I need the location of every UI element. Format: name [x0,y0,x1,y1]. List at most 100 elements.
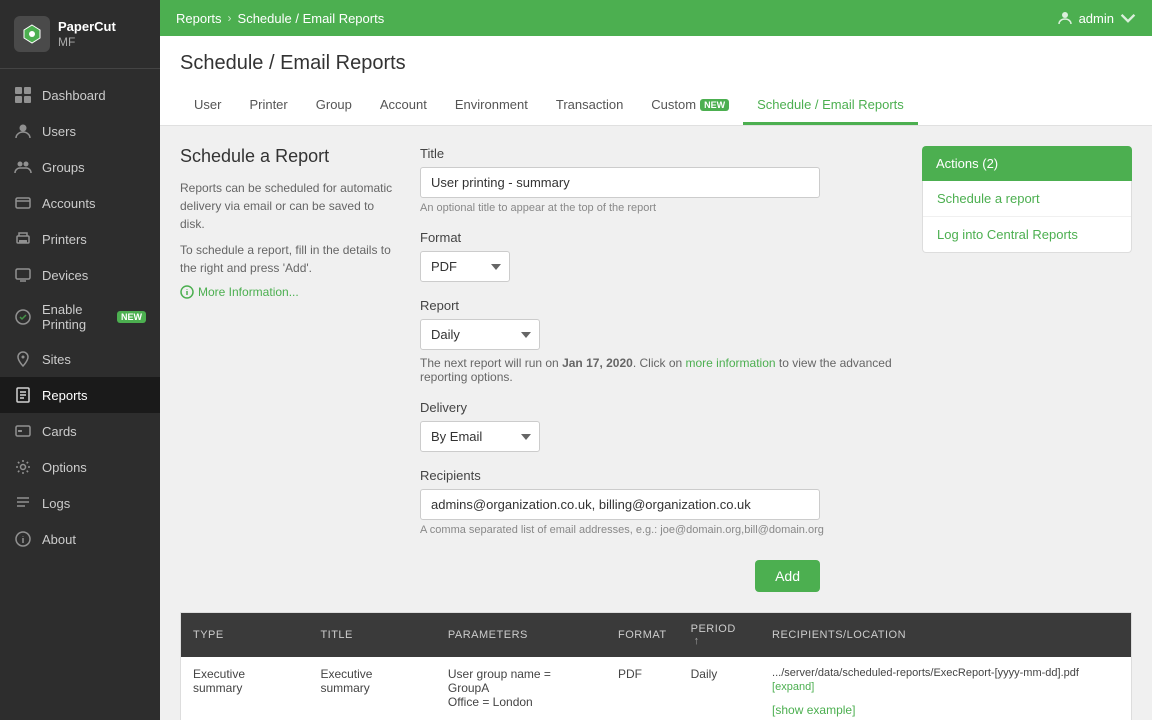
schedule-section-title: Schedule a Report [180,146,400,167]
page-header: Schedule / Email Reports User Printer Gr… [160,36,1152,126]
show-example-link[interactable]: [show example] [772,701,1119,720]
tabs: User Printer Group Account Environment T… [180,87,1132,125]
title-label: Title [420,146,902,161]
sidebar-item-sites[interactable]: Sites [0,341,160,377]
col-recipients: RECIPIENTS/LOCATION [760,613,1131,658]
tab-transaction[interactable]: Transaction [542,87,637,125]
actions-body: Schedule a report Log into Central Repor… [922,181,1132,253]
cell-period: Daily [679,657,760,720]
actions-panel: Actions (2) Schedule a report Log into C… [922,146,1132,592]
cell-parameters: User group name = GroupAOffice = London [436,657,606,720]
action-schedule-report[interactable]: Schedule a report [923,181,1131,217]
tab-custom[interactable]: Custom NEW [637,87,743,125]
more-information-link[interactable]: more information [686,356,776,370]
topbar-user-menu[interactable]: admin [1057,10,1136,26]
cell-title: Executive summary [308,657,435,720]
logo-text: PaperCut MF [58,19,116,49]
sidebar: PaperCut MF Dashboard Users Groups Accou… [0,0,160,720]
tab-environment[interactable]: Environment [441,87,542,125]
sidebar-item-devices-label: Devices [42,268,88,283]
schedule-desc2: To schedule a report, fill in the detail… [180,241,400,277]
col-type: TYPE [181,613,309,658]
col-title: TITLE [308,613,435,658]
sidebar-item-accounts-label: Accounts [42,196,95,211]
enable-printing-badge: NEW [117,311,146,323]
tab-printer[interactable]: Printer [235,87,301,125]
sidebar-item-enable-printing[interactable]: Enable Printing NEW [0,293,160,341]
action-log-central[interactable]: Log into Central Reports [923,217,1131,252]
format-select[interactable]: PDF CSV HTML [420,251,510,282]
cell-location: .../server/data/scheduled-reports/ExecRe… [760,657,1131,720]
sidebar-item-about[interactable]: About [0,521,160,557]
more-info-link[interactable]: More Information... [180,285,400,299]
sidebar-item-reports-label: Reports [42,388,88,403]
report-label: Report [420,298,902,313]
report-info: The next report will run on Jan 17, 2020… [420,356,902,384]
cell-format: PDF [606,657,679,720]
sidebar-item-printers-label: Printers [42,232,87,247]
table-row: Executive summary Executive summary User… [181,657,1132,720]
sidebar-item-users[interactable]: Users [0,113,160,149]
page-title: Schedule / Email Reports [180,52,1132,75]
cell-type: Executive summary [181,657,309,720]
logo-icon [14,16,50,52]
breadcrumb: Reports › Schedule / Email Reports [176,11,384,26]
tab-schedule[interactable]: Schedule / Email Reports [743,87,918,125]
expand-link[interactable]: [expand] [772,681,814,693]
format-label: Format [420,230,902,245]
col-format: FORMAT [606,613,679,658]
scheduled-reports-table: TYPE TITLE PARAMETERS FORMAT PERIOD ↑ RE… [180,612,1132,720]
delivery-label: Delivery [420,400,902,415]
actions-header: Actions (2) [922,146,1132,181]
add-button[interactable]: Add [755,560,820,592]
breadcrumb-schedule[interactable]: Schedule / Email Reports [238,11,385,26]
col-period[interactable]: PERIOD ↑ [679,613,760,658]
sidebar-item-groups-label: Groups [42,160,85,175]
sidebar-item-reports[interactable]: Reports [0,377,160,413]
sidebar-item-cards[interactable]: Cards [0,413,160,449]
sidebar-item-options[interactable]: Options [0,449,160,485]
schedule-desc1: Reports can be scheduled for automatic d… [180,179,400,233]
form-card: Title An optional title to appear at the… [420,146,902,592]
sidebar-item-dashboard-label: Dashboard [42,88,106,103]
custom-tab-badge: NEW [700,99,729,111]
recipients-label: Recipients [420,468,902,483]
format-group: Format PDF CSV HTML [420,230,902,282]
recipients-group: Recipients A comma separated list of ema… [420,468,902,536]
sidebar-item-dashboard[interactable]: Dashboard [0,77,160,113]
title-input[interactable] [420,167,820,198]
breadcrumb-reports[interactable]: Reports [176,11,222,26]
main-content: Reports › Schedule / Email Reports admin… [160,0,1152,720]
body-area: Schedule a Report Reports can be schedul… [160,126,1152,612]
logo: PaperCut MF [0,0,160,69]
table-section: TYPE TITLE PARAMETERS FORMAT PERIOD ↑ RE… [160,612,1152,720]
sidebar-item-logs-label: Logs [42,496,70,511]
sidebar-item-printers[interactable]: Printers [0,221,160,257]
schedule-description: Schedule a Report Reports can be schedul… [180,146,400,592]
title-hint: An optional title to appear at the top o… [420,202,902,214]
page-content: Schedule / Email Reports User Printer Gr… [160,36,1152,720]
recipients-input[interactable] [420,489,820,520]
sidebar-item-users-label: Users [42,124,76,139]
report-select[interactable]: Daily Weekly Monthly [420,319,540,350]
col-parameters: PARAMETERS [436,613,606,658]
sidebar-nav: Dashboard Users Groups Accounts Printers… [0,69,160,720]
tab-group[interactable]: Group [302,87,366,125]
recipients-hint: A comma separated list of email addresse… [420,524,902,536]
sidebar-item-accounts[interactable]: Accounts [0,185,160,221]
tab-account[interactable]: Account [366,87,441,125]
breadcrumb-separator: › [228,11,232,25]
tab-user[interactable]: User [180,87,235,125]
sidebar-item-sites-label: Sites [42,352,71,367]
sidebar-item-cards-label: Cards [42,424,77,439]
delivery-group: Delivery By Email Save to Disk [420,400,902,452]
sidebar-item-logs[interactable]: Logs [0,485,160,521]
sidebar-item-groups[interactable]: Groups [0,149,160,185]
title-group: Title An optional title to appear at the… [420,146,902,214]
sidebar-item-options-label: Options [42,460,87,475]
sidebar-item-about-label: About [42,532,76,547]
topbar: Reports › Schedule / Email Reports admin [160,0,1152,36]
sidebar-item-devices[interactable]: Devices [0,257,160,293]
delivery-select[interactable]: By Email Save to Disk [420,421,540,452]
report-group: Report Daily Weekly Monthly The next rep… [420,298,902,384]
